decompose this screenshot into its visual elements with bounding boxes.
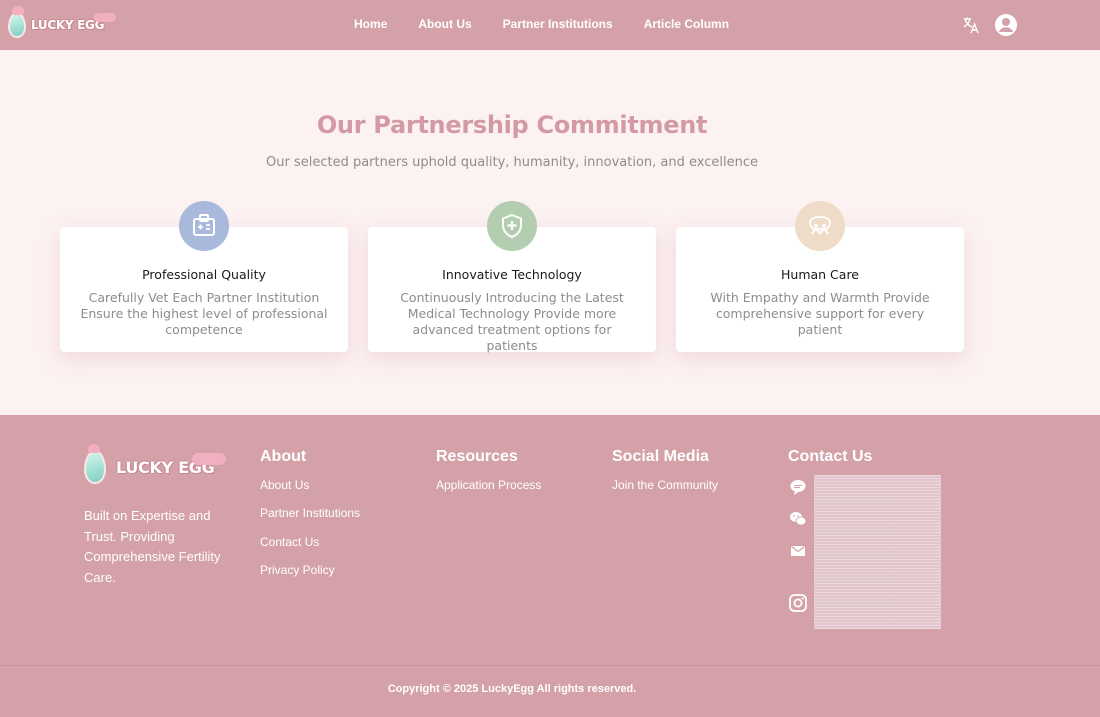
footer-heading: Social Media bbox=[612, 448, 709, 465]
translate-icon[interactable] bbox=[962, 16, 980, 34]
footer-link-partner-institutions[interactable]: Partner Institutions bbox=[260, 506, 360, 520]
footer-link-privacy-policy[interactable]: Privacy Policy bbox=[260, 563, 360, 577]
cloud-decoration bbox=[94, 13, 117, 22]
footer-heading: About bbox=[260, 448, 307, 465]
copyright: Copyright © 2025 LuckyEgg All rights res… bbox=[387, 683, 637, 695]
card-human-care: Human Care With Empathy and Warmth Provi… bbox=[676, 201, 964, 352]
card-title: Professional Quality bbox=[142, 267, 266, 282]
contact-instagram[interactable] bbox=[788, 593, 808, 613]
commitment-section: Our Partnership Commitment Our selected … bbox=[0, 50, 1100, 415]
nav-article-column[interactable]: Article Column bbox=[644, 17, 729, 31]
contact-email[interactable] bbox=[789, 542, 807, 560]
footer: LUCKY EGG Built on Expertise and Trust. … bbox=[0, 415, 1100, 717]
contact-wechat[interactable] bbox=[789, 510, 807, 528]
section-title: Our Partnership Commitment bbox=[316, 111, 708, 139]
footer-col-about: About About Us Partner Institutions Cont… bbox=[260, 448, 360, 591]
footer-link-contact-us[interactable]: Contact Us bbox=[260, 535, 360, 549]
egg-logo-icon bbox=[8, 6, 26, 38]
footer-col-resources: Resources Application Process bbox=[436, 448, 541, 506]
nav-about-us[interactable]: About Us bbox=[418, 17, 471, 31]
card-title: Innovative Technology bbox=[442, 267, 582, 282]
mail-icon bbox=[791, 546, 805, 556]
redacted-contact-details bbox=[814, 475, 941, 629]
contact-line[interactable] bbox=[789, 478, 807, 496]
footer-link-application-process[interactable]: Application Process bbox=[436, 478, 541, 492]
card-professional-quality: Professional Quality Carefully Vet Each … bbox=[60, 201, 348, 352]
logo[interactable]: LUCKY EGG bbox=[8, 6, 117, 41]
card-description: Carefully Vet Each Partner Institution E… bbox=[80, 290, 328, 337]
cloud-decoration bbox=[192, 453, 227, 465]
wechat-icon bbox=[790, 512, 807, 526]
card-description: With Empathy and Warmth Provide comprehe… bbox=[710, 290, 930, 337]
people-icon bbox=[795, 201, 845, 251]
section-subtitle: Our selected partners uphold quality, hu… bbox=[266, 155, 758, 170]
footer-col-social: Social Media Join the Community bbox=[612, 448, 718, 506]
card-title: Human Care bbox=[781, 267, 859, 282]
footer-link-about-us[interactable]: About Us bbox=[260, 478, 360, 492]
footer-logo[interactable]: LUCKY EGG bbox=[84, 444, 227, 487]
logo-text: LUCKY EGG bbox=[31, 18, 105, 32]
nav-partner-institutions[interactable]: Partner Institutions bbox=[503, 17, 613, 31]
card-innovative-technology: Innovative Technology Continuously Intro… bbox=[368, 201, 656, 353]
shield-plus-icon bbox=[487, 201, 537, 251]
footer-link-join-community[interactable]: Join the Community bbox=[612, 478, 718, 492]
id-card-icon bbox=[179, 201, 229, 251]
egg-logo-icon bbox=[84, 444, 106, 484]
line-chat-icon bbox=[790, 480, 806, 495]
nav-links: Home About Us Partner Institutions Artic… bbox=[354, 17, 729, 31]
footer-divider bbox=[0, 665, 1100, 666]
user-account-icon[interactable] bbox=[994, 13, 1018, 37]
footer-heading: Contact Us bbox=[788, 448, 873, 465]
footer-col-contact: Contact Us bbox=[788, 448, 872, 478]
card-description: Continuously Introducing the Latest Medi… bbox=[400, 290, 624, 353]
footer-tagline: Built on Expertise and Trust. Providing … bbox=[84, 508, 221, 585]
instagram-icon bbox=[789, 594, 807, 612]
nav-home[interactable]: Home bbox=[354, 17, 387, 31]
footer-heading: Resources bbox=[436, 448, 518, 465]
top-nav: LUCKY EGG Home About Us Partner Institut… bbox=[0, 0, 1100, 50]
